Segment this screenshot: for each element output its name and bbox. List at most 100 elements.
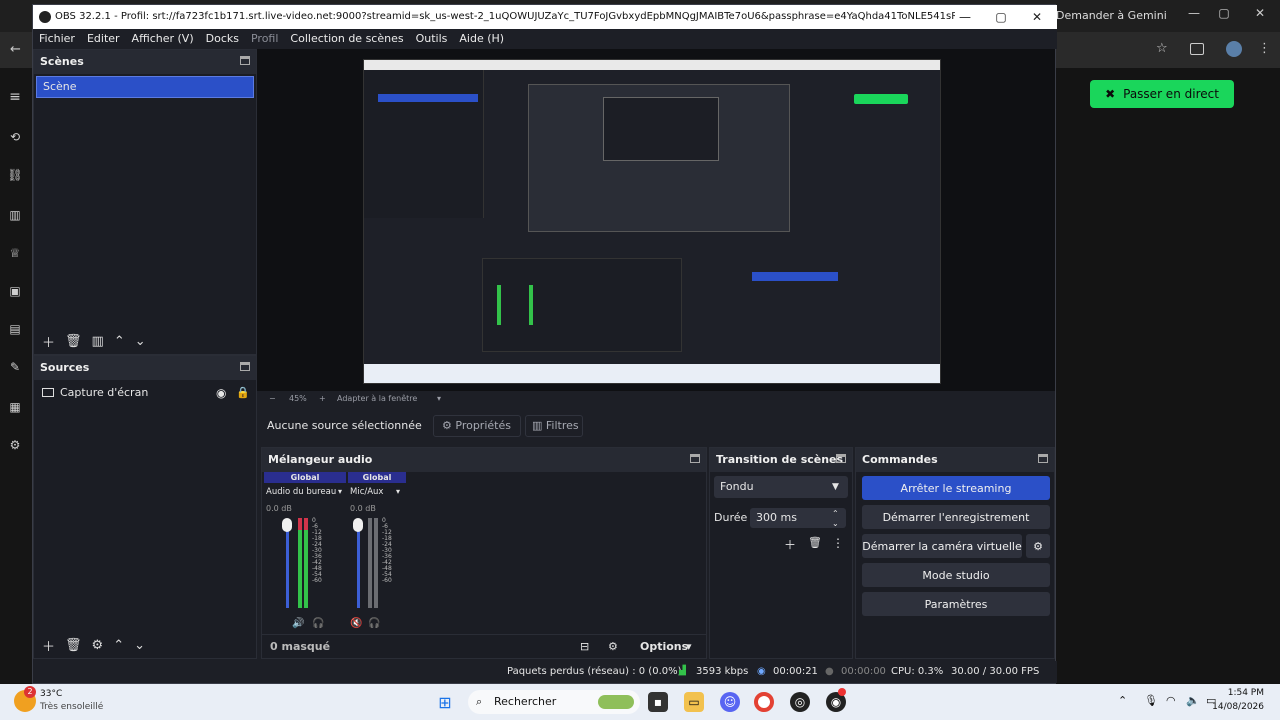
source-up-icon[interactable]: ⌃ [113,638,124,653]
move-down-icon[interactable]: ⌄ [135,334,146,349]
start-virtual-camera-button[interactable]: Démarrer la caméra virtuelle [862,534,1022,558]
channel-menu-icon[interactable]: ▾ [396,487,400,496]
source-down-icon[interactable]: ⌄ [134,638,145,653]
properties-button[interactable]: ⚙ Propriétés [433,415,521,437]
virtual-camera-settings-icon[interactable]: ⚙ [1026,534,1050,558]
tray-chevron-icon[interactable]: ⌃ [1118,694,1127,707]
nested-taskbar [364,364,940,383]
hamburger-menu-icon[interactable]: ≡ [4,90,26,104]
transition-more-icon[interactable]: ⋮ [832,536,844,550]
muted-mic-icon[interactable]: 🔇 [350,618,362,629]
go-live-button[interactable]: ✖ Passer en direct [1090,80,1234,108]
analytics-icon[interactable]: ▤ [4,322,26,336]
browser-close-icon[interactable]: ✕ [1250,6,1270,20]
clock-date[interactable]: 14/08/2026 [1212,702,1264,712]
source-properties-icon[interactable]: ⚙ [92,638,104,653]
stop-streaming-button[interactable]: Arrêter le streaming [862,476,1050,500]
volume-slider-track[interactable] [286,520,289,608]
monitor-headphones-icon[interactable]: 🎧 [312,618,324,629]
remove-source-icon[interactable]: 🗑 [65,638,82,653]
grid-icon[interactable]: ▦ [4,400,26,414]
taskbar-search[interactable]: ⌕ Rechercher [468,690,640,714]
filters-button[interactable]: ▥ Filtres [525,415,583,437]
mixer-undock-icon[interactable] [690,454,700,463]
transitions-undock-icon[interactable] [836,454,846,463]
chrome-icon[interactable] [754,692,774,712]
scene-item[interactable]: Scène [36,76,254,98]
link-icon[interactable]: ⛓ [4,168,26,182]
browser-minimize-icon[interactable]: — [1184,6,1204,20]
channel-menu-icon[interactable]: ▾ [338,487,342,496]
wifi-icon[interactable]: ◠ [1166,694,1176,707]
mixer-layout-icon[interactable]: ⊟ [580,635,589,659]
scene-filters-icon[interactable]: ▥ [92,334,104,349]
add-transition-icon[interactable]: ＋ [784,536,796,553]
add-scene-icon[interactable]: ＋ [42,332,55,351]
clock-time[interactable]: 1:54 PM [1226,688,1264,698]
menu-edit[interactable]: Editer [81,29,126,49]
studio-mode-button[interactable]: Mode studio [862,563,1050,587]
video-icon[interactable]: ▣ [4,284,26,298]
menu-view[interactable]: Afficher (V) [126,29,200,49]
minimize-icon[interactable]: — [947,5,983,29]
gear-icon[interactable]: ⚙ [4,438,26,452]
monitor-headphones-icon[interactable]: 🎧 [368,618,380,629]
windows-start-icon[interactable]: ⊞ [435,692,455,712]
preview-canvas[interactable] [257,49,1055,391]
channel-name[interactable]: Audio du bureau [266,487,336,497]
menu-file[interactable]: Fichier [33,29,81,49]
browser-maximize-icon[interactable]: ▢ [1214,6,1234,20]
mixer-options-button[interactable]: Options [640,635,688,659]
menu-profile[interactable]: Profil [245,29,284,49]
browser-tab[interactable]: Demander à Gemini [1056,4,1176,28]
options-chevron-icon[interactable]: ▾ [686,635,692,659]
maximize-icon[interactable]: ▢ [983,5,1019,29]
source-item[interactable]: Capture d'écran ◉ 🔒 [40,383,252,403]
tools-icon[interactable]: ✎ [4,360,26,374]
sources-undock-icon[interactable] [240,362,250,371]
close-icon[interactable]: ✕ [1019,5,1055,29]
search-placeholder: Rechercher [494,695,557,708]
task-view-icon[interactable]: ▪ [648,692,668,712]
chart-icon[interactable]: ▥ [4,208,26,222]
lock-icon[interactable]: 🔒 [236,383,250,403]
menu-tools[interactable]: Outils [410,29,454,49]
back-arrow-icon[interactable]: ← [10,42,21,57]
transition-select[interactable]: Fondu ▼ [714,476,848,498]
start-recording-button[interactable]: Démarrer l'enregistrement [862,505,1050,529]
zoom-out-icon[interactable]: − [269,391,276,407]
scenes-undock-icon[interactable] [240,56,250,65]
menu-help[interactable]: Aide (H) [453,29,510,49]
menu-docks[interactable]: Docks [200,29,245,49]
volume-slider-handle[interactable] [353,518,363,532]
duration-input[interactable]: 300 ms ⌃ ⌄ [750,508,846,528]
menu-scene-collection[interactable]: Collection de scènes [284,29,409,49]
zoom-in-icon[interactable]: + [319,391,326,407]
zoom-dropdown-icon[interactable]: ▾ [437,391,441,407]
nav-icon-1[interactable]: ⟲ [4,130,26,144]
remove-scene-icon[interactable]: 🗑 [65,334,82,349]
fit-window-label[interactable]: Adapter à la fenêtre [337,391,417,407]
visibility-eye-icon[interactable]: ◉ [216,383,226,403]
bookmark-star-icon[interactable]: ☆ [1156,41,1168,56]
file-explorer-icon[interactable]: ▭ [684,692,704,712]
move-up-icon[interactable]: ⌃ [114,334,125,349]
channel-name[interactable]: Mic/Aux [350,487,383,497]
microphone-icon[interactable]: 🎙 [1144,694,1158,707]
volume-icon[interactable]: 🔈 [1186,694,1200,707]
app-icon[interactable]: ◎ [790,692,810,712]
mute-speaker-icon[interactable]: 🔊 [292,618,304,629]
volume-slider-handle[interactable] [282,518,292,532]
settings-button[interactable]: Paramètres [862,592,1050,616]
profile-avatar[interactable] [1226,41,1242,57]
mixer-advanced-icon[interactable]: ⚙ [608,635,618,659]
spin-down-icon[interactable]: ⌄ [832,514,839,534]
extensions-icon[interactable] [1190,43,1204,55]
volume-slider-track[interactable] [357,520,360,608]
remove-transition-icon[interactable]: 🗑 [808,536,822,549]
browser-menu-icon[interactable]: ⋮ [1258,41,1271,56]
add-source-icon[interactable]: ＋ [42,636,55,655]
controls-undock-icon[interactable] [1038,454,1048,463]
discord-icon[interactable]: ☺ [720,692,740,712]
trophy-icon[interactable]: ♕ [4,246,26,260]
